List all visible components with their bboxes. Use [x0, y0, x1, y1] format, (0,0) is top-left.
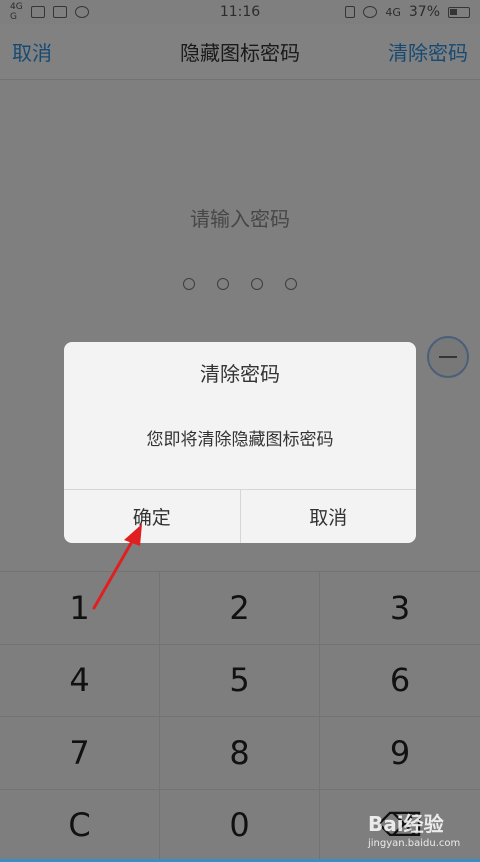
screen: 4G G 11:16 4G 37% 隐藏图标密码 取消 清除密码 请输入密码 1 — [0, 0, 480, 862]
annotation-arrow-icon — [92, 524, 142, 610]
watermark-url: jingyan.baidu.com — [368, 838, 461, 849]
watermark: Bai经验 jingyan.baidu.com — [364, 808, 474, 856]
watermark-brand: Bai经验 — [368, 812, 444, 836]
